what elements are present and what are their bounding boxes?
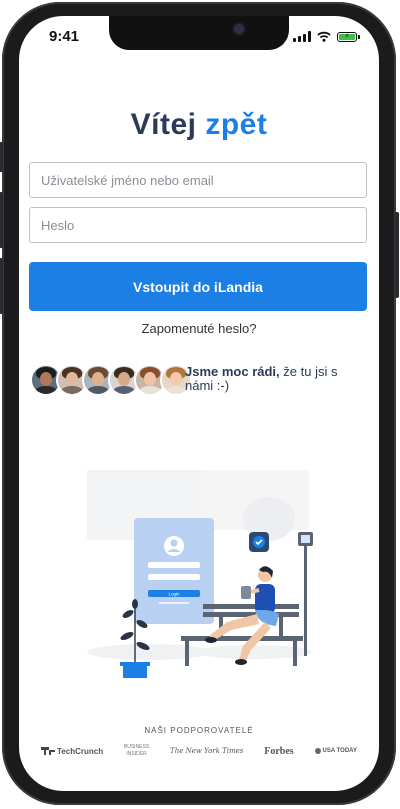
welcome-bold: Jsme moc rádi,: [185, 364, 280, 379]
username-field[interactable]: [29, 162, 367, 198]
street-lamp: [304, 540, 307, 656]
password-field[interactable]: [29, 207, 367, 243]
partner-logos: TechCrunch BUSINESS INSIDER The New York…: [41, 745, 357, 757]
mini-login-label: Login: [168, 592, 180, 597]
page-title: Vítej zpět: [19, 108, 379, 142]
screen: 9:41 ⚡ Vítej zpět Vstoupit do iLandia: [19, 16, 379, 791]
forgot-password-link[interactable]: Zapomenuté heslo?: [19, 321, 379, 336]
username-input[interactable]: [30, 163, 366, 197]
title-part-2: zpět: [205, 108, 268, 141]
techcrunch-icon: [41, 747, 55, 755]
signal-icon: [293, 31, 311, 42]
nyt-logo: The New York Times: [170, 747, 244, 755]
phone-frame: 9:41 ⚡ Vítej zpět Vstoupit do iLandia: [0, 2, 399, 805]
usa-today-logo: USA TODAY: [314, 748, 357, 754]
notch: [109, 16, 289, 50]
wifi-icon: [317, 31, 331, 42]
forbes-logo: Forbes: [264, 745, 294, 757]
battery-icon: ⚡: [337, 31, 360, 42]
avatar-group: [30, 364, 192, 396]
login-illustration: Login: [79, 464, 319, 682]
phone-volume-up: [0, 192, 3, 248]
partners-title: NAŠI PODPOROVATELÉ: [144, 726, 254, 735]
phone-volume-down: [0, 258, 3, 314]
usa-today-icon: [314, 748, 321, 754]
status-time: 9:41: [49, 28, 80, 45]
camera-icon: [234, 24, 244, 34]
password-input[interactable]: [30, 208, 366, 242]
techcrunch-logo: TechCrunch: [41, 747, 103, 756]
phone-mockup: [134, 518, 214, 624]
login-button[interactable]: Vstoupit do iLandia: [29, 262, 367, 311]
status-icons: ⚡: [293, 31, 360, 42]
ground-shadow: [87, 644, 211, 660]
bench: [203, 604, 299, 609]
plant-pot: [123, 664, 147, 678]
phone-power-button: [395, 212, 399, 298]
welcome-message: Jsme moc rádi, že tu jsi s námi :-): [185, 365, 365, 393]
phone-side-button: [0, 142, 3, 172]
business-insider-logo: BUSINESS INSIDER: [123, 744, 150, 757]
title-part-1: Vítej: [130, 108, 197, 141]
tablet: [241, 586, 251, 599]
